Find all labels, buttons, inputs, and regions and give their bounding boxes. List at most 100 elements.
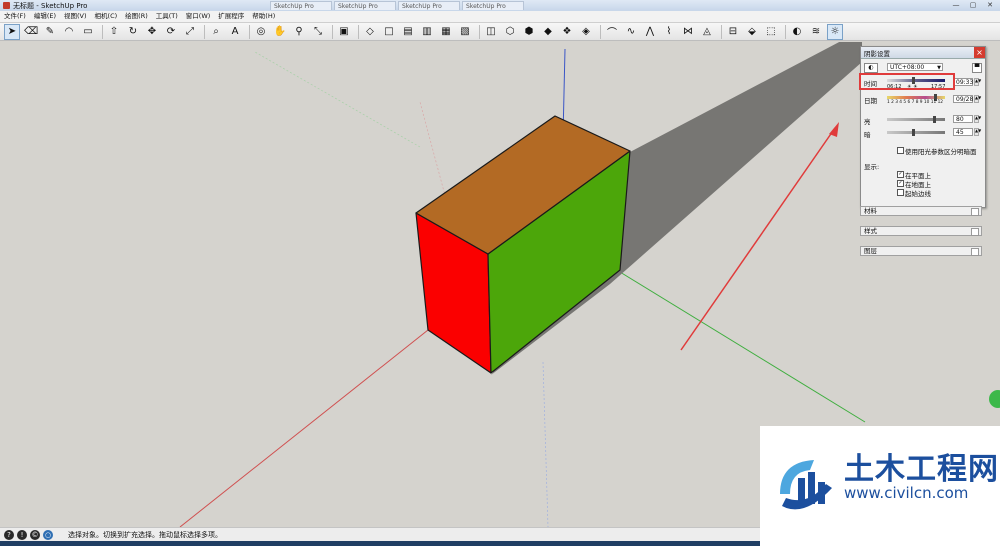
window-tab[interactable]: SketchUp Pro xyxy=(462,1,524,10)
menu-draw[interactable]: 绘图(R) xyxy=(121,11,152,22)
dark-input[interactable]: 45 xyxy=(953,128,973,136)
orbit-tool-button[interactable]: ◎ xyxy=(253,24,269,40)
zoom-tool-button[interactable]: ⚲ xyxy=(291,24,307,40)
on-faces-checkbox[interactable]: ✓ xyxy=(897,171,904,178)
eraser-tool-button[interactable]: ⌫ xyxy=(23,24,39,40)
date-spinner[interactable]: ▲▼ xyxy=(974,95,981,103)
light-slider[interactable] xyxy=(887,118,945,121)
group-tool-button[interactable]: ⬚ xyxy=(763,24,779,40)
sandbox-3-button[interactable]: ⋀ xyxy=(642,24,658,40)
followme-tool-button[interactable]: ↻ xyxy=(125,24,141,40)
warehouse-tool-button[interactable]: ▣ xyxy=(336,24,352,40)
tray-expand-button[interactable] xyxy=(971,208,979,216)
xray-style-button[interactable]: ◫ xyxy=(483,24,499,40)
window-tab[interactable]: SketchUp Pro xyxy=(398,1,460,10)
hidden-style-button[interactable]: ⬢ xyxy=(521,24,537,40)
tray-expand-button[interactable] xyxy=(971,248,979,256)
component-tool-button[interactable]: ⬙ xyxy=(744,24,760,40)
from-edges-checkbox[interactable] xyxy=(897,189,904,196)
select-tool-button[interactable]: ➤ xyxy=(4,23,20,40)
pushpull-tool-icon: ⇧ xyxy=(109,26,119,37)
monochrome-style-button[interactable]: ◈ xyxy=(578,24,594,40)
move-tool-button[interactable]: ✥ xyxy=(144,24,160,40)
sandbox-2-button[interactable]: ∿ xyxy=(623,24,639,40)
menu-edit[interactable]: 编辑(E) xyxy=(30,11,60,22)
panel-close-button[interactable]: × xyxy=(974,47,985,58)
light-slider-thumb[interactable] xyxy=(933,116,936,123)
shaded-style-button[interactable]: ◆ xyxy=(540,24,556,40)
tray-expand-button[interactable] xyxy=(971,228,979,236)
iso-view-button[interactable]: ◇ xyxy=(362,24,378,40)
scale-tool-button[interactable]: ⤢ xyxy=(182,24,198,40)
tray-styles-label: 样式 xyxy=(864,227,877,235)
tape-tool-button[interactable]: ⌕ xyxy=(208,24,224,40)
time-spinner[interactable]: ▲▼ xyxy=(974,78,981,86)
menu-tools[interactable]: 工具(T) xyxy=(152,11,182,22)
fog-toggle-button[interactable]: ≋ xyxy=(808,24,824,40)
menu-file[interactable]: 文件(F) xyxy=(0,11,30,22)
info-icon[interactable]: ? xyxy=(4,530,14,540)
rectangle-tool-button[interactable]: ▭ xyxy=(80,24,96,40)
menu-help[interactable]: 帮助(H) xyxy=(248,11,279,22)
sandbox-4-button[interactable]: ⌇ xyxy=(661,24,677,40)
close-button[interactable]: ✕ xyxy=(982,0,998,10)
date-input[interactable]: 09/28 xyxy=(953,95,973,103)
status-icons: ? ! © ○ xyxy=(4,530,53,540)
dark-label: 暗 xyxy=(864,131,871,139)
tray-layers[interactable]: 图层 xyxy=(860,246,982,256)
sandbox-6-button[interactable]: ◬ xyxy=(699,24,715,40)
wireframe-style-button[interactable]: ⬡ xyxy=(502,24,518,40)
menu-camera[interactable]: 相机(C) xyxy=(91,11,122,22)
shadows-toggle-button[interactable]: ◐ xyxy=(789,24,805,40)
geolocation-icon[interactable]: ! xyxy=(17,530,27,540)
window-tab[interactable]: SketchUp Pro xyxy=(334,1,396,10)
status-text: 选择对象。切换到扩充选择。拖动鼠标选择多项。 xyxy=(68,531,222,539)
rotate-tool-button[interactable]: ⟳ xyxy=(163,24,179,40)
sandbox-6-icon: ◬ xyxy=(703,26,711,37)
pushpull-tool-button[interactable]: ⇧ xyxy=(106,24,122,40)
right-view-button[interactable]: ▥ xyxy=(419,24,435,40)
tray-styles[interactable]: 样式 xyxy=(860,226,982,236)
credits-icon[interactable]: © xyxy=(30,530,40,540)
dark-spinner[interactable]: ▲▼ xyxy=(974,128,981,136)
window-tab[interactable]: SketchUp Pro xyxy=(270,1,332,10)
dark-slider[interactable] xyxy=(887,131,945,134)
menu-view[interactable]: 视图(V) xyxy=(60,11,91,22)
dark-slider-thumb[interactable] xyxy=(912,129,915,136)
top-view-button[interactable]: □ xyxy=(381,24,397,40)
zoom-extents-tool-button[interactable]: ⤡ xyxy=(310,24,326,40)
front-view-button[interactable]: ▤ xyxy=(400,24,416,40)
group-tool-icon: ⬚ xyxy=(766,26,776,37)
text-tool-button[interactable]: A xyxy=(227,24,243,40)
light-spinner[interactable]: ▲▼ xyxy=(974,115,981,123)
time-input[interactable]: 09:33 xyxy=(953,78,973,86)
arc-tool-icon: ◠ xyxy=(64,26,74,37)
sandbox-5-button[interactable]: ⋈ xyxy=(680,24,696,40)
pencil-tool-button[interactable]: ✎ xyxy=(42,24,58,40)
section-tool-button[interactable]: ⊟ xyxy=(725,24,741,40)
user-icon[interactable]: ○ xyxy=(43,530,53,540)
minimize-button[interactable]: — xyxy=(948,0,964,10)
tray-materials[interactable]: 材料 xyxy=(860,206,982,216)
on-ground-checkbox[interactable]: ✓ xyxy=(897,180,904,187)
back-view-button[interactable]: ▦ xyxy=(438,24,454,40)
sandbox-1-button[interactable]: ⌒ xyxy=(604,24,620,40)
sun-shading-checkbox[interactable] xyxy=(897,147,904,154)
shadow-toggle-icon[interactable]: ◐ xyxy=(864,63,878,73)
menu-extensions[interactable]: 扩展程序 xyxy=(214,11,248,22)
arc-tool-button[interactable]: ◠ xyxy=(61,24,77,40)
timezone-select[interactable]: UTC+08:00 ▼ xyxy=(887,63,943,71)
watermark-logo: 土木工程网 www.civilcn.com xyxy=(760,426,1000,546)
window-controls: — ▢ ✕ xyxy=(948,0,998,10)
shadow-settings-button[interactable]: ☼ xyxy=(827,23,843,40)
textured-style-button[interactable]: ❖ xyxy=(559,24,575,40)
expand-panel-icon[interactable]: ▀ xyxy=(972,63,982,73)
maximize-button[interactable]: ▢ xyxy=(965,0,981,10)
light-input[interactable]: 80 xyxy=(953,115,973,123)
date-month-ticks: 1 2 3 4 5 6 7 8 9 10 11 12 xyxy=(887,100,944,105)
zoom-extents-tool-icon: ⤡ xyxy=(314,26,322,37)
menu-window[interactable]: 窗口(W) xyxy=(182,11,215,22)
left-view-button[interactable]: ▧ xyxy=(457,24,473,40)
pan-tool-button[interactable]: ✋ xyxy=(272,24,288,40)
sun-shading-label: 使用阳光参数区分明暗面 xyxy=(905,148,977,156)
